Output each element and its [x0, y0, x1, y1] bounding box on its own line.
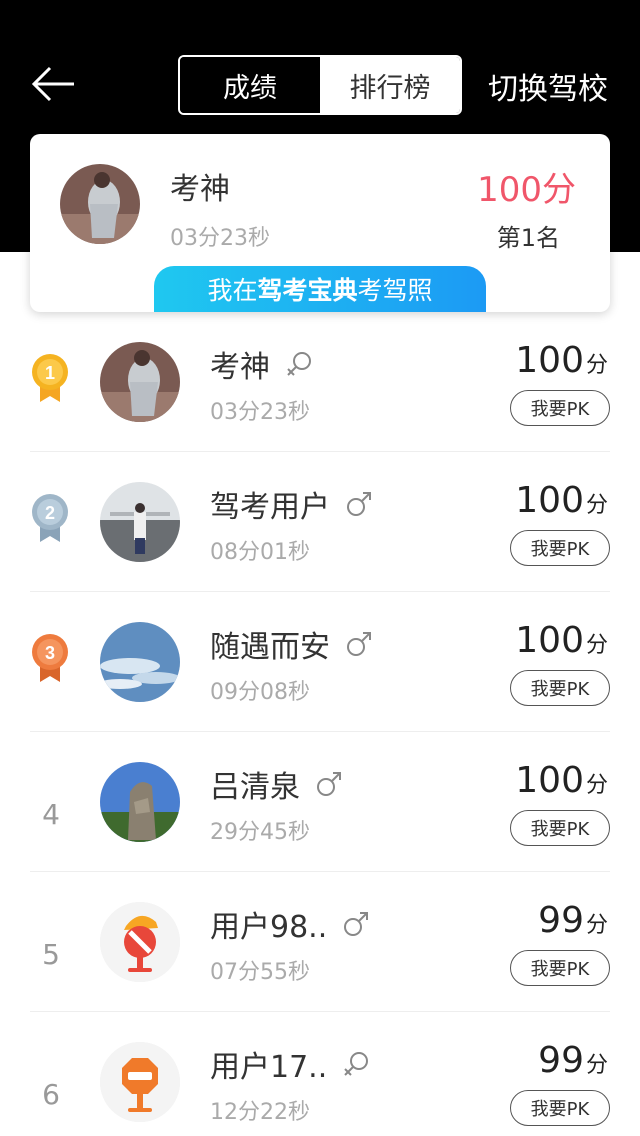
- exam-time: 08分01秒: [210, 540, 310, 565]
- female-icon: [284, 349, 314, 379]
- pk-button[interactable]: 我要PK: [510, 670, 610, 706]
- rank-number: 4: [42, 798, 60, 831]
- user-name: 用户17..: [210, 1042, 371, 1086]
- banner-suffix: 考驾照: [357, 276, 433, 305]
- list-item[interactable]: 3 随遇而安 09分08秒 100分 我要PK: [0, 592, 640, 732]
- score-unit: 分: [585, 773, 608, 798]
- user-name-text: 随遇而安: [210, 630, 330, 665]
- rank-number: 5: [42, 938, 60, 971]
- avatar[interactable]: [100, 482, 180, 562]
- user-name: 驾考用户: [210, 482, 374, 526]
- banner-brand: 驾考宝典: [257, 276, 358, 305]
- brand-banner[interactable]: 我在 驾考宝典 考驾照: [154, 266, 486, 312]
- user-name: 随遇而安: [210, 622, 374, 666]
- leaderboard-list: 1 考神 03分23秒 100分 我要PK 2 驾考用户 08分01秒 100分…: [0, 312, 640, 1136]
- tab-leaderboard[interactable]: 排行榜: [320, 57, 460, 113]
- list-item[interactable]: 6 用户17.. 12分22秒 99分 我要PK: [0, 1012, 640, 1136]
- list-item[interactable]: 2 驾考用户 08分01秒 100分 我要PK: [0, 452, 640, 592]
- user-name-text: 驾考用户: [210, 490, 330, 525]
- segmented-control: 成绩 排行榜: [178, 55, 462, 115]
- score-unit: 分: [585, 633, 608, 658]
- user-name-text: 用户98..: [210, 910, 328, 945]
- exam-time: 29分45秒: [210, 820, 310, 845]
- bronze-medal-icon: 3: [30, 632, 70, 684]
- user-name: 考神: [170, 172, 230, 207]
- silver-medal-icon: 2: [30, 492, 70, 544]
- svg-text:2: 2: [45, 503, 55, 523]
- exam-time: 03分23秒: [170, 226, 270, 251]
- score: 99分: [538, 900, 608, 941]
- pk-button[interactable]: 我要PK: [510, 390, 610, 426]
- male-icon: [344, 629, 374, 659]
- exam-time: 09分08秒: [210, 680, 310, 705]
- score: 100分: [515, 340, 608, 381]
- score-value: 100: [515, 760, 584, 801]
- exam-time: 03分23秒: [210, 400, 310, 425]
- user-name: 考神: [210, 342, 314, 386]
- score-unit: 分: [585, 353, 608, 378]
- exam-time: 07分55秒: [210, 960, 310, 985]
- score: 99分: [538, 1040, 608, 1081]
- avatar[interactable]: [100, 902, 180, 982]
- rank-number: 6: [42, 1078, 60, 1111]
- pk-button[interactable]: 我要PK: [510, 810, 610, 846]
- svg-text:1: 1: [45, 363, 55, 383]
- user-name-text: 吕清泉: [210, 770, 300, 805]
- my-rank: 第1名: [496, 224, 560, 252]
- score-value: 99: [538, 900, 584, 941]
- avatar[interactable]: [100, 622, 180, 702]
- list-item[interactable]: 5 用户98.. 07分55秒 99分 我要PK: [0, 872, 640, 1012]
- my-score: 100分: [477, 170, 576, 210]
- list-item[interactable]: 4 吕清泉 29分45秒 100分 我要PK: [0, 732, 640, 872]
- pk-button[interactable]: 我要PK: [510, 950, 610, 986]
- female-icon: [341, 1049, 371, 1079]
- score: 100分: [515, 480, 608, 521]
- score-unit: 分: [585, 913, 608, 938]
- list-item[interactable]: 1 考神 03分23秒 100分 我要PK: [0, 312, 640, 452]
- score: 100分: [515, 620, 608, 661]
- score-value: 100: [515, 620, 584, 661]
- exam-time: 12分22秒: [210, 1100, 310, 1125]
- score-unit: 分: [585, 493, 608, 518]
- score: 100分: [515, 760, 608, 801]
- gold-medal-icon: 1: [30, 352, 70, 404]
- avatar[interactable]: [100, 342, 180, 422]
- pk-button[interactable]: 我要PK: [510, 1090, 610, 1126]
- svg-text:3: 3: [45, 643, 55, 663]
- male-icon: [314, 769, 344, 799]
- score-value: 99: [538, 1040, 584, 1081]
- user-name: 用户98..: [210, 902, 371, 946]
- banner-prefix: 我在: [207, 276, 258, 305]
- avatar[interactable]: [100, 1042, 180, 1122]
- tab-score[interactable]: 成绩: [180, 57, 320, 113]
- male-icon: [341, 909, 371, 939]
- pk-button[interactable]: 我要PK: [510, 530, 610, 566]
- user-name-text: 考神: [210, 350, 270, 385]
- score-value: 100: [515, 340, 584, 381]
- user-name-text: 用户17..: [210, 1050, 328, 1085]
- switch-school-button[interactable]: 切换驾校: [488, 64, 608, 108]
- user-name: 吕清泉: [210, 762, 344, 806]
- avatar[interactable]: [60, 164, 140, 244]
- back-arrow-icon[interactable]: [28, 62, 80, 106]
- my-score-card: 考神 03分23秒 100分 第1名 我在 驾考宝典 考驾照: [30, 134, 610, 312]
- avatar[interactable]: [100, 762, 180, 842]
- male-icon: [344, 489, 374, 519]
- score-unit: 分: [585, 1053, 608, 1078]
- score-value: 100: [515, 480, 584, 521]
